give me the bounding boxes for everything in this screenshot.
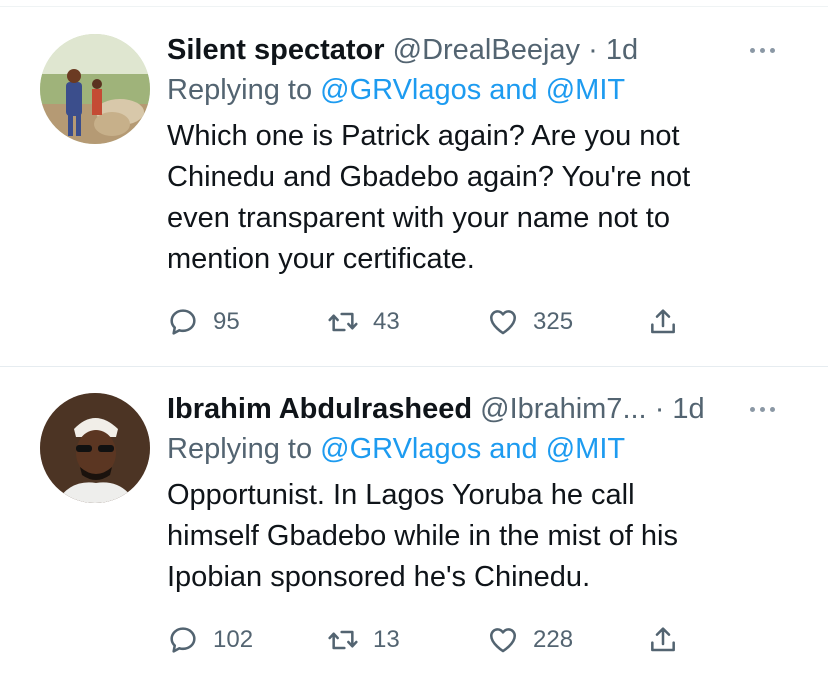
tweet-text-line: himself Gbadebo while in the mist of his: [167, 520, 678, 552]
display-name[interactable]: Ibrahim Abdulrasheed: [167, 393, 472, 425]
like-count: 228: [533, 626, 574, 653]
replying-to-mentions[interactable]: @GRVlagos and @MIT: [320, 433, 625, 465]
tweet-text-line: Which one is Patrick again? Are you not: [167, 120, 680, 152]
tweet-text: Opportunist. In Lagos Yoruba he call him…: [167, 475, 767, 598]
user-handle[interactable]: @DrealBeejay: [393, 34, 580, 66]
like-count: 325: [533, 308, 574, 335]
reply-icon: [170, 627, 196, 653]
retweet-button[interactable]: 13: [327, 622, 400, 658]
avatar[interactable]: [40, 34, 150, 144]
reply-tweet[interactable]: Silent spectator @DrealBeejay · 1d Reply…: [0, 8, 828, 367]
replying-to: Replying to @GRVlagos and @MIT: [167, 70, 788, 110]
reply-button[interactable]: 95: [167, 304, 240, 340]
heart-icon: [490, 628, 516, 653]
retweet-icon: [328, 312, 358, 332]
tweet-actions: 95 43 325: [167, 304, 687, 340]
reply-count: 95: [213, 308, 240, 335]
like-button[interactable]: 325: [487, 304, 573, 340]
tweet-content: Silent spectator @DrealBeejay · 1d Reply…: [167, 30, 788, 280]
replying-to-label: Replying to: [167, 433, 313, 465]
more-icon[interactable]: [740, 389, 784, 429]
tweet-text-line: even transparent with your name not to: [167, 202, 670, 234]
share-icon: [651, 309, 675, 334]
tweet-text: Which one is Patrick again? Are you not …: [167, 116, 767, 280]
replying-to: Replying to @GRVlagos and @MIT: [167, 429, 788, 469]
reply-tweet[interactable]: Ibrahim Abdulrasheed @Ibrahim7... · 1d R…: [0, 367, 828, 675]
user-handle[interactable]: @Ibrahim7...: [480, 393, 646, 425]
reply-icon: [170, 309, 196, 335]
replying-to-label: Replying to: [167, 74, 313, 106]
display-name[interactable]: Silent spectator: [167, 34, 385, 66]
tweet-text-line: mention your certificate.: [167, 243, 475, 275]
top-divider: [0, 0, 828, 7]
avatar[interactable]: [40, 393, 150, 503]
timestamp[interactable]: 1d: [672, 393, 704, 425]
more-icon[interactable]: [740, 30, 784, 70]
share-button[interactable]: [647, 304, 679, 340]
heart-icon: [490, 310, 516, 335]
retweet-icon: [328, 630, 358, 650]
separator-dot: ·: [588, 34, 598, 66]
tweet-text-line: Ipobian sponsored he's Chinedu.: [167, 561, 591, 593]
retweet-button[interactable]: 43: [327, 304, 400, 340]
reply-count: 102: [213, 626, 254, 653]
separator-dot: ·: [654, 393, 665, 425]
share-icon: [651, 627, 675, 652]
retweet-count: 13: [373, 626, 400, 653]
retweet-count: 43: [373, 308, 400, 335]
reply-button[interactable]: 102: [167, 622, 253, 658]
tweet-header: Ibrahim Abdulrasheed @Ibrahim7... · 1d: [167, 389, 788, 429]
tweet-content: Ibrahim Abdulrasheed @Ibrahim7... · 1d R…: [167, 389, 788, 598]
tweet-text-line: Chinedu and Gbadebo again? You're not: [167, 161, 691, 193]
tweet-actions: 102 13 228: [167, 622, 687, 658]
tweet-text-line: Opportunist. In Lagos Yoruba he call: [167, 479, 635, 511]
timestamp[interactable]: 1d: [606, 34, 638, 66]
replying-to-mentions[interactable]: @GRVlagos and @MIT: [320, 74, 625, 106]
share-button[interactable]: [647, 622, 679, 658]
tweet-header: Silent spectator @DrealBeejay · 1d: [167, 30, 788, 70]
like-button[interactable]: 228: [487, 622, 573, 658]
